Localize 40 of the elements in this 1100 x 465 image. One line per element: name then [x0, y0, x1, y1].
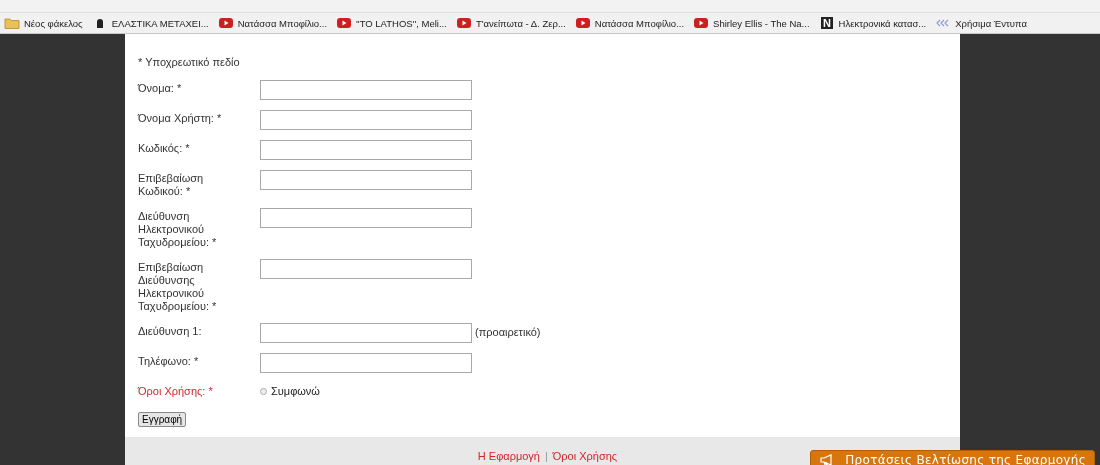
bookmark-item[interactable]: Νατάσσα Μποφίλιο...: [217, 17, 328, 29]
play-icon: [693, 17, 710, 29]
input-field[interactable]: [260, 170, 472, 190]
play-icon: [455, 17, 472, 29]
bookmark-item[interactable]: Νατάσσα Μποφίλιο...: [574, 17, 685, 29]
register-button[interactable]: Εγγραφή: [138, 412, 187, 427]
input-field[interactable]: [260, 80, 472, 100]
input-field[interactable]: [260, 110, 472, 130]
bookmark-item[interactable]: ΕΛΑΣΤΙΚΑ ΜΕΤΑΧΕΙ...: [91, 17, 209, 29]
optional-note: (προαιρετικό): [475, 325, 541, 338]
input-field[interactable]: [260, 208, 472, 228]
bookmark-item[interactable]: Τ'ανείπωτα - Δ. Ζερ...: [455, 17, 566, 29]
input-field[interactable]: [260, 323, 472, 343]
input-field[interactable]: [260, 140, 472, 160]
footer-link[interactable]: Όροι Χρήσης: [552, 450, 618, 465]
field-label: Όροι Χρήσης: *: [138, 384, 214, 398]
bookmark-item[interactable]: Shirley Ellis - The Na...: [693, 17, 810, 29]
play-icon: [217, 17, 234, 29]
field-label: Διεύθυνση 1:: [138, 324, 203, 338]
field-label: Όνομα: *: [138, 81, 183, 95]
letter-icon: N: [818, 17, 835, 29]
footer-link[interactable]: Η Εφαρμογή: [477, 450, 540, 465]
field-label: Κωδικός: *: [138, 141, 191, 155]
field-label: Επιβεβαίωση Κωδικού: *: [138, 171, 205, 198]
required-note: * Υποχρεωτικό πεδίο: [138, 56, 241, 68]
input-field[interactable]: [260, 353, 472, 373]
separator: |: [545, 450, 548, 464]
bookmark-item[interactable]: Χρήσιμα Έντυπα: [935, 17, 1027, 29]
agree-radio[interactable]: Συμφωνώ: [260, 383, 320, 397]
bookmark-item[interactable]: Νέος φάκελος: [4, 17, 83, 29]
field-label: Τηλέφωνο: *: [138, 354, 200, 368]
field-label: Όνομα Χρήστη: *: [138, 111, 223, 125]
play-icon: [574, 17, 591, 29]
folder-icon: [4, 17, 20, 29]
bookmark-item[interactable]: N Ηλεκτρονικά κατασ...: [818, 17, 927, 29]
field-label: Διεύθυνση Ηλεκτρονικού Ταχυδρομείου: *: [138, 209, 218, 249]
play-icon: [336, 17, 353, 29]
bookmark-item[interactable]: ''TO LATHOS'', Meli...: [336, 17, 447, 29]
input-field[interactable]: [260, 259, 472, 279]
field-label: Επιβεβαίωση Διεύθυνσης Ηλεκτρονικού Ταχυδρομείου: *: [138, 260, 218, 313]
